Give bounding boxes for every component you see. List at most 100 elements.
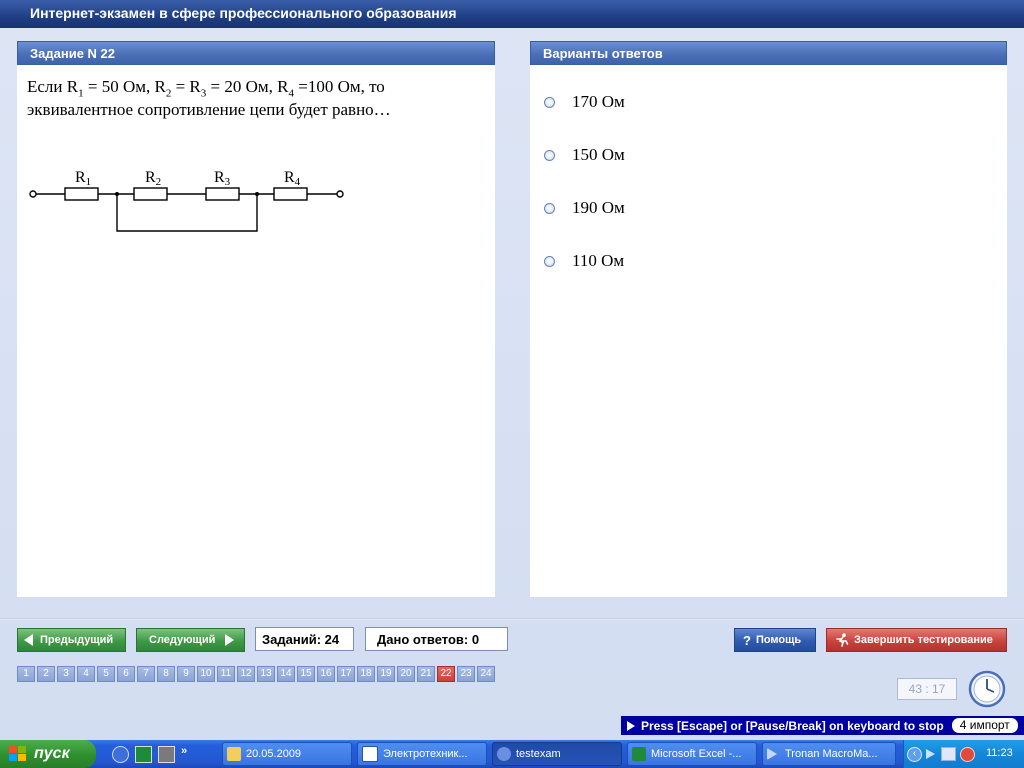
arrow-left-icon [24,634,33,646]
answer-label: 150 Ом [572,145,625,164]
help-button[interactable]: ? Помощь [734,628,816,652]
question-panel-header: Задание N 22 [17,41,495,65]
question-number-1[interactable]: 1 [17,666,35,682]
answer-label: 110 Ом [572,251,625,270]
radio-button[interactable] [544,96,555,108]
answer-label: 190 Ом [572,198,625,217]
question-number-4[interactable]: 4 [77,666,95,682]
taskbar-item-excel[interactable]: Microsoft Excel -... [627,742,757,766]
answer-option-2[interactable]: 150 Ом [544,144,625,166]
previous-button[interactable]: Предыдущий [17,628,126,652]
question-text: Если R1 = 50 Ом, R2 = R3 = 20 Ом, R4 =10… [27,77,391,119]
tray-clock: 11:23 [986,747,1013,759]
terminal-left [29,190,37,198]
resistor-r4 [273,187,308,201]
label-r1: R1 [75,169,91,188]
antivirus-icon[interactable] [960,747,975,762]
question-number-6[interactable]: 6 [117,666,135,682]
macro-hint-bar: Press [Escape] or [Pause/Break] on keybo… [621,716,1024,735]
bmp-icon[interactable] [158,746,175,763]
tray-expand-icon[interactable]: ‹ [907,747,922,762]
question-number-15[interactable]: 15 [297,666,315,682]
window-title-bar: Интернет-экзамен в сфере профессионально… [0,0,1024,28]
question-number-16[interactable]: 16 [317,666,335,682]
windows-logo-icon [9,746,26,761]
timer-display: 43 : 17 [897,678,957,700]
excel-quicklaunch-icon[interactable] [135,746,152,763]
chevron-more-icon[interactable]: » [181,746,187,763]
start-label: пуск [34,745,70,762]
radio-button[interactable] [544,202,555,214]
word-icon [362,746,378,762]
question-number-22[interactable]: 22 [437,666,455,682]
resistor-r1 [64,187,99,201]
system-tray: ‹ 11:23 [903,740,1024,768]
previous-button-label: Предыдущий [40,634,114,646]
question-number-strip: 1 2 3 4 5 6 7 8 9 10 11 12 13 14 15 16 17 18 19 20 21 22 23 24 [17,666,497,682]
question-number-9[interactable]: 9 [177,666,195,682]
radio-button[interactable] [544,255,555,267]
question-number-7[interactable]: 7 [137,666,155,682]
question-number-3[interactable]: 3 [57,666,75,682]
running-man-icon [836,633,849,647]
next-button[interactable]: Следующий [136,628,245,652]
resistor-r3 [205,187,240,201]
bottom-divider [0,618,1024,620]
question-number-21[interactable]: 21 [417,666,435,682]
answers-counter: Дано ответов: 0 [365,627,508,651]
question-number-14[interactable]: 14 [277,666,295,682]
clock-icon [968,670,1006,708]
answers-panel-title: Варианты ответов [543,46,663,61]
question-number-12[interactable]: 12 [237,666,255,682]
folder-icon [227,747,241,761]
answer-option-4[interactable]: 110 Ом [544,250,624,272]
ie-icon[interactable] [112,746,129,763]
taskbar-item-folder[interactable]: 20.05.2009 [222,742,352,766]
question-number-20[interactable]: 20 [397,666,415,682]
question-number-18[interactable]: 18 [357,666,375,682]
label-r3: R3 [214,169,231,188]
hint-text: Press [Escape] or [Pause/Break] on keybo… [641,718,944,733]
junction-left [115,192,119,196]
label-r4: R4 [284,169,301,188]
windows-taskbar: пуск » 20.05.2009 Электротехник... teste… [0,740,1024,768]
question-number-11[interactable]: 11 [217,666,235,682]
start-button[interactable]: пуск [0,740,96,768]
question-number-title: Задание N 22 [30,46,116,61]
answers-panel-header: Варианты ответов [530,41,1007,65]
hint-box: 4 импорт [951,718,1018,733]
radio-button[interactable] [544,149,555,161]
question-number-24[interactable]: 24 [477,666,495,682]
question-number-5[interactable]: 5 [97,666,115,682]
question-number-8[interactable]: 8 [157,666,175,682]
taskbar-item-word[interactable]: Электротехник... [357,742,487,766]
tasks-counter: Заданий: 24 [255,627,354,651]
answers-panel: Варианты ответов 170 Ом 150 Ом 190 Ом 11… [530,41,1007,597]
terminal-right [336,190,344,198]
answer-option-3[interactable]: 190 Ом [544,197,625,219]
tray-macro-icon[interactable] [926,749,935,759]
taskbar-item-testexam[interactable]: testexam [492,742,622,766]
window-title: Интернет-экзамен в сфере профессионально… [30,5,457,21]
network-icon[interactable] [941,747,956,761]
circuit-diagram: R1 R2 R3 R4 [29,169,344,232]
question-number-19[interactable]: 19 [377,666,395,682]
question-number-10[interactable]: 10 [197,666,215,682]
question-mark-icon: ? [743,632,751,648]
junction-right [255,192,259,196]
excel-icon [632,747,646,761]
play-icon [627,720,635,731]
question-number-13[interactable]: 13 [257,666,275,682]
question-number-23[interactable]: 23 [457,666,475,682]
question-panel: Задание N 22 Если R1 = 50 Ом, R2 = R3 = … [17,41,495,597]
answer-option-1[interactable]: 170 Ом [544,91,625,113]
finish-test-label: Завершить тестирование [854,634,993,646]
taskbar-item-macro[interactable]: Tronan MacroMa... [762,742,896,766]
arrow-right-icon [225,634,235,646]
macro-icon [767,748,777,760]
label-r2: R2 [145,169,161,188]
finish-test-button[interactable]: Завершить тестирование [826,628,1007,652]
question-number-17[interactable]: 17 [337,666,355,682]
quick-launch: » [112,746,187,763]
question-number-2[interactable]: 2 [37,666,55,682]
